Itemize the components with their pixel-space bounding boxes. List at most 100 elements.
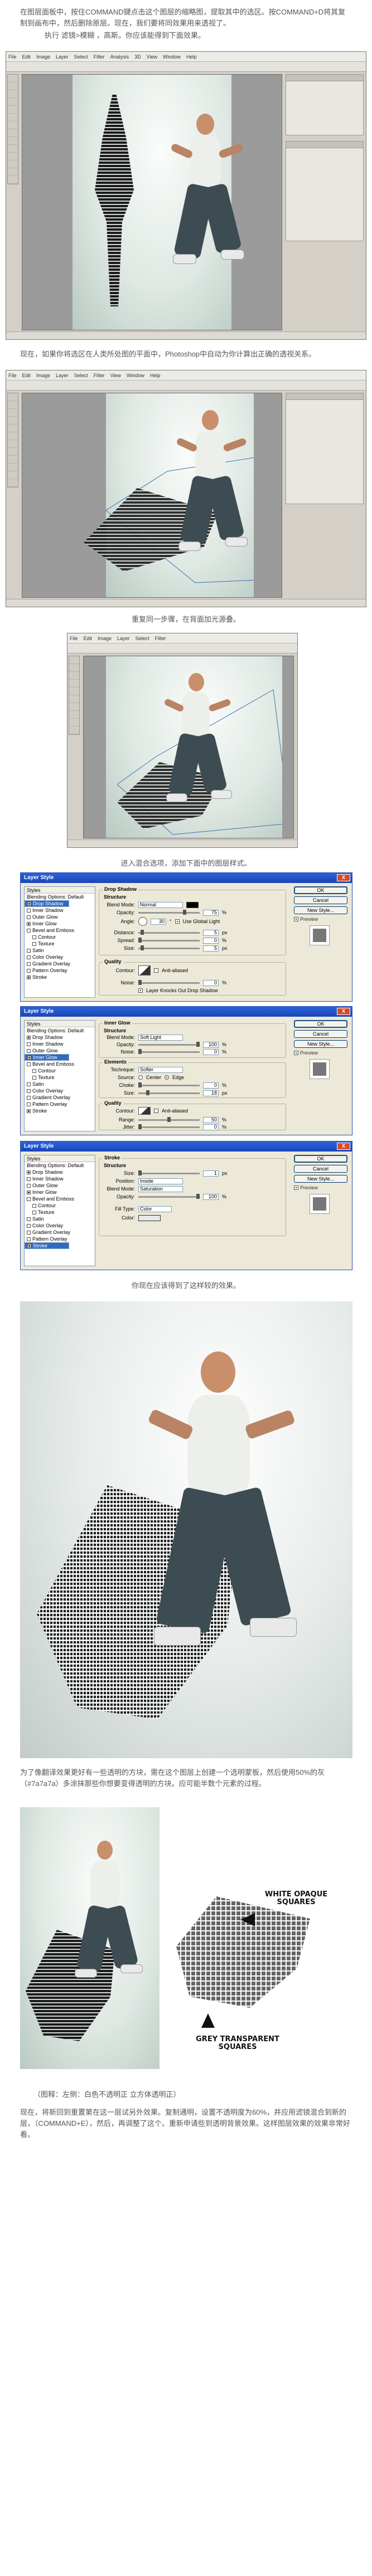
opacity-slider[interactable] [138,1193,200,1199]
menu-window[interactable]: Window [163,54,181,60]
layers-palette[interactable] [286,141,364,241]
close-button[interactable]: X [337,1143,350,1150]
close-button[interactable]: X [337,1008,350,1015]
knockout-checkbox[interactable] [138,988,143,993]
toolbox[interactable] [69,656,80,735]
opacity-field[interactable]: 75 [203,909,219,916]
menu-image[interactable]: Image [36,373,50,378]
position-select[interactable]: Inside [138,1178,183,1184]
style-inner-shadow[interactable]: Inner Shadow [25,1041,95,1047]
close-button[interactable]: X [337,874,350,881]
style-gradient-overlay[interactable]: Gradient Overlay [25,1229,95,1236]
menu-help[interactable]: Help [186,54,197,60]
style-texture[interactable]: Texture [25,1209,95,1216]
style-inner-shadow[interactable]: Inner Shadow [25,907,95,914]
menu-image[interactable]: Image [36,54,50,60]
navigator-palette[interactable] [286,74,364,135]
style-inner-glow[interactable]: Inner Glow [25,1054,69,1061]
blending-options[interactable]: Blending Options: Default [25,1162,95,1169]
fill-type-select[interactable]: Color [138,1206,172,1212]
toolbox[interactable] [7,393,18,487]
styles-header[interactable]: Styles [25,1021,95,1027]
choke-field[interactable]: 0 [203,1082,219,1089]
jitter-field[interactable]: 0 [203,1124,219,1130]
size-field[interactable]: 18 [203,1090,219,1096]
style-color-overlay[interactable]: Color Overlay [25,954,95,960]
style-outer-glow[interactable]: Outer Glow [25,1182,95,1189]
blending-options[interactable]: Blending Options: Default [25,894,95,900]
style-inner-glow[interactable]: Inner Glow [25,1189,95,1196]
size-field[interactable]: 5 [203,945,219,952]
size-slider[interactable] [138,945,200,950]
menu-edit[interactable]: Edit [22,373,31,378]
blending-options[interactable]: Blending Options: Default [25,1027,95,1034]
menu-window[interactable]: Window [127,373,144,378]
menu-layer[interactable]: Layer [56,373,69,378]
style-pattern-overlay[interactable]: Pattern Overlay [25,1236,95,1242]
menu-analysis[interactable]: Analysis [110,54,129,60]
style-gradient-overlay[interactable]: Gradient Overlay [25,960,95,967]
anti-aliased-checkbox[interactable] [154,1109,158,1113]
layers-palette[interactable] [286,393,364,504]
noise-slider[interactable] [138,979,200,985]
style-bevel-emboss[interactable]: Bevel and Emboss [25,1196,95,1202]
size-field[interactable]: 1 [203,1170,219,1177]
cancel-button[interactable]: Cancel [294,896,347,904]
distance-slider[interactable] [138,929,200,935]
menu-edit[interactable]: Edit [84,636,93,641]
jitter-slider[interactable] [138,1124,200,1129]
technique-select[interactable]: Softer [138,1066,183,1073]
size-slider[interactable] [138,1090,200,1095]
style-drop-shadow[interactable]: Drop Shadow [25,1034,95,1041]
style-stroke[interactable]: Stroke [25,1108,95,1114]
menu-file[interactable]: File [8,54,17,60]
contour-picker[interactable] [138,1107,151,1115]
distance-field[interactable]: 5 [203,929,219,936]
style-pattern-overlay[interactable]: Pattern Overlay [25,967,95,974]
style-bevel-emboss[interactable]: Bevel and Emboss [25,927,95,934]
angle-dial[interactable] [138,917,147,926]
blend-mode-select[interactable]: Normal [138,901,183,908]
noise-field[interactable]: 0 [203,979,219,986]
noise-field[interactable]: 0 [203,1048,219,1055]
menu-select[interactable]: Select [74,373,88,378]
menu-select[interactable]: Select [136,636,149,641]
menu-3d[interactable]: 3D [134,54,141,60]
source-center-radio[interactable] [138,1075,143,1080]
blend-mode-select[interactable]: Saturation [138,1185,183,1192]
style-texture[interactable]: Texture [25,1074,95,1081]
menu-view[interactable]: View [147,54,157,60]
style-contour[interactable]: Contour [25,934,95,940]
style-stroke[interactable]: Stroke [25,1242,69,1249]
size-slider[interactable] [138,1170,200,1175]
style-satin[interactable]: Satin [25,1216,95,1222]
style-outer-glow[interactable]: Outer Glow [25,914,95,920]
menu-image[interactable]: Image [98,636,112,641]
new-style-button[interactable]: New Style... [294,1175,347,1183]
angle-field[interactable]: 30 [151,918,166,925]
new-style-button[interactable]: New Style... [294,906,347,914]
anti-aliased-checkbox[interactable] [154,968,158,973]
style-texture[interactable]: Texture [25,940,95,947]
noise-slider[interactable] [138,1048,200,1054]
preview-checkbox[interactable] [294,1185,298,1190]
menu-filter[interactable]: Filter [94,373,105,378]
opacity-field[interactable]: 100 [203,1041,219,1048]
shadow-color-swatch[interactable] [186,901,199,908]
document-canvas[interactable] [83,656,294,838]
menu-layer[interactable]: Layer [56,54,69,60]
menu-filter[interactable]: Filter [155,636,166,641]
new-style-button[interactable]: New Style... [294,1040,347,1048]
style-satin[interactable]: Satin [25,947,95,954]
style-color-overlay[interactable]: Color Overlay [25,1087,95,1094]
style-bevel-emboss[interactable]: Bevel and Emboss [25,1061,95,1067]
menu-select[interactable]: Select [74,54,88,60]
toolbox[interactable] [7,74,18,184]
source-edge-radio[interactable] [165,1075,170,1080]
spread-field[interactable]: 0 [203,937,219,944]
style-satin[interactable]: Satin [25,1081,95,1087]
cancel-button[interactable]: Cancel [294,1030,347,1038]
document-canvas[interactable] [22,74,282,330]
menu-layer[interactable]: Layer [117,636,130,641]
opacity-slider[interactable] [138,1041,200,1047]
